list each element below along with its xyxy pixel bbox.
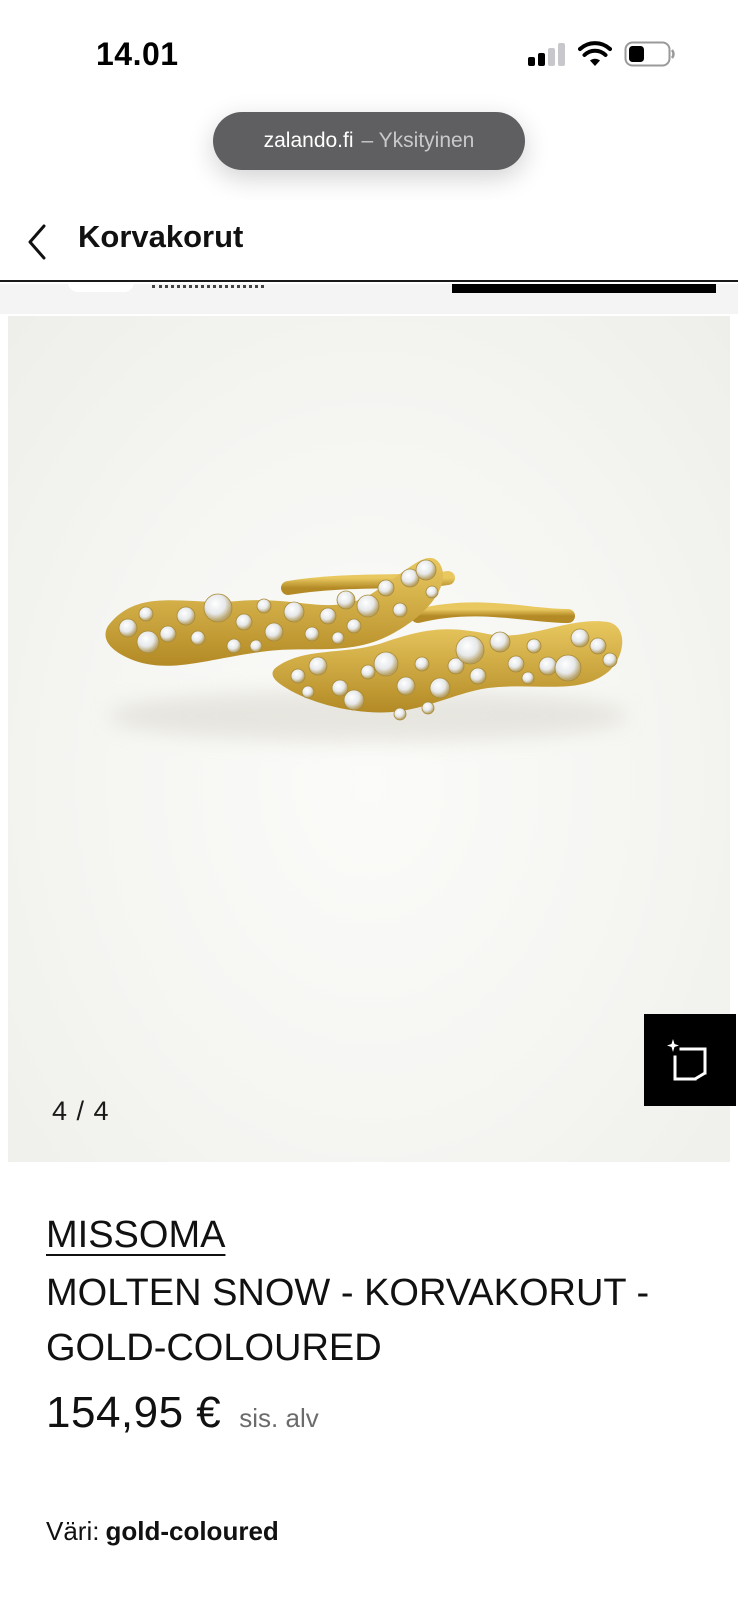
- image-counter: 4 / 4: [52, 1096, 110, 1126]
- visual-search-button[interactable]: [644, 1014, 736, 1106]
- signal-icon: [528, 42, 568, 66]
- color-info: Väri: gold-coloured: [46, 1516, 279, 1547]
- wifi-icon: [578, 41, 612, 66]
- scrolled-content-strip: [0, 284, 738, 314]
- color-label: Väri:: [46, 1516, 100, 1546]
- brand-link[interactable]: MISSOMA: [46, 1214, 225, 1257]
- status-time: 14.01: [96, 36, 179, 72]
- product-title: MOLTEN SNOW - KORVAKORUT - GOLD-COLOURED: [46, 1272, 650, 1369]
- battery-icon: [624, 41, 675, 67]
- price-row: 154,95 € sis. alv: [46, 1388, 319, 1438]
- private-mode-label: – Yksityinen: [361, 129, 475, 152]
- scrolled-pill: [68, 284, 134, 292]
- address-bar[interactable]: zalando.fi – Yksityinen: [213, 112, 525, 170]
- price: 154,95 €: [46, 1388, 222, 1437]
- status-bar: 14.01: [0, 0, 738, 100]
- address-domain: zalando.fi: [263, 129, 354, 152]
- sparkle-crop-icon: [667, 1039, 707, 1081]
- scrolled-text: [152, 284, 264, 288]
- product-image[interactable]: 4 / 4: [8, 316, 730, 1162]
- earrings-illustration: [105, 557, 628, 742]
- color-value: gold-coloured: [105, 1516, 279, 1546]
- chevron-left-icon[interactable]: [22, 220, 54, 264]
- page-header: Korvakorut: [0, 200, 738, 282]
- vat-note: sis. alv: [239, 1403, 319, 1433]
- scrolled-button-edge: [452, 284, 716, 293]
- page-title: Korvakorut: [78, 219, 244, 254]
